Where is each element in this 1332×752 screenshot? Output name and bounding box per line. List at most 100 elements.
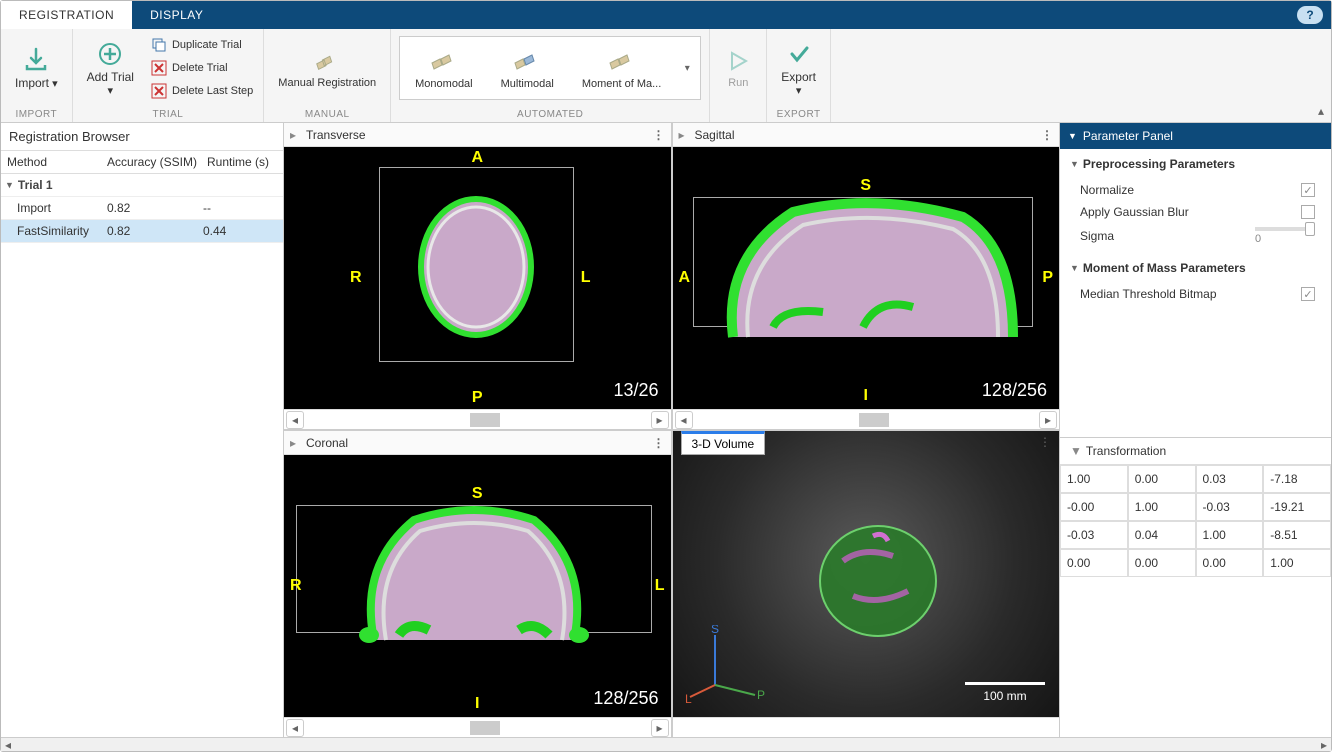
delete-trial-label: Delete Trial	[172, 62, 228, 74]
chevron-down-icon: ▼	[1070, 159, 1079, 169]
multimodal-button[interactable]: Multimodal	[490, 41, 565, 95]
transformation-header[interactable]: ▼ Transformation	[1060, 438, 1331, 465]
preprocessing-section-header[interactable]: ▼ Preprocessing Parameters	[1070, 157, 1321, 171]
tcell: -0.03	[1060, 521, 1128, 549]
automated-dropdown[interactable]: ▾	[678, 63, 696, 74]
orient-s: S	[860, 177, 871, 195]
slider-prev[interactable]: ◂	[675, 411, 693, 429]
col-method[interactable]: Method	[7, 155, 107, 169]
ribbon-group-automated-label: AUTOMATED	[391, 107, 709, 122]
manual-registration-button[interactable]: Manual Registration	[272, 43, 382, 93]
slider-next[interactable]: ▸	[651, 719, 669, 737]
tab-display[interactable]: DISPLAY	[132, 1, 221, 29]
run-button[interactable]: Run	[718, 43, 758, 93]
export-button[interactable]: Export▾	[775, 36, 822, 101]
trial-1-header[interactable]: ▼ Trial 1	[1, 174, 283, 197]
manual-registration-label: Manual Registration	[278, 77, 376, 89]
monomodal-button[interactable]: Monomodal	[404, 41, 483, 95]
scale-bar-label: 100 mm	[965, 689, 1045, 703]
view-menu-button[interactable]: ⋮	[647, 436, 671, 450]
view-menu-button[interactable]: ⋮	[647, 128, 671, 142]
manual-registration-icon	[313, 47, 341, 75]
trial-row-accuracy: 0.82	[107, 224, 203, 238]
col-runtime[interactable]: Runtime (s)	[207, 155, 277, 169]
moment-icon	[605, 46, 639, 76]
trial-row-fastsimilarity[interactable]: FastSimilarity 0.82 0.44	[1, 220, 283, 243]
coronal-slider[interactable]: ◂ ▸	[284, 717, 671, 737]
moment-section-header[interactable]: ▼ Moment of Mass Parameters	[1070, 261, 1321, 275]
slider-next[interactable]: ▸	[1039, 411, 1057, 429]
gaussian-blur-label: Apply Gaussian Blur	[1080, 205, 1189, 219]
delete-trial-icon	[150, 59, 168, 77]
sigma-slider[interactable]	[1255, 227, 1315, 231]
sagittal-slider[interactable]: ◂ ▸	[673, 409, 1060, 429]
multimodal-label: Multimodal	[501, 78, 554, 90]
delete-trial-button[interactable]: Delete Trial	[148, 58, 255, 78]
import-button[interactable]: Import ▾	[9, 42, 64, 94]
volume-3d-label[interactable]: 3-D Volume	[681, 431, 766, 455]
sagittal-slice-count: 128/256	[982, 380, 1047, 401]
duplicate-trial-button[interactable]: Duplicate Trial	[148, 35, 255, 55]
delete-last-step-button[interactable]: Delete Last Step	[148, 81, 255, 101]
axis-3d-icon: S L P	[685, 625, 775, 705]
scale-bar: 100 mm	[965, 682, 1045, 703]
slider-prev[interactable]: ◂	[286, 719, 304, 737]
parameter-panel-title-text: Parameter Panel	[1083, 129, 1173, 143]
multimodal-icon	[510, 46, 544, 76]
chevron-down-icon: ▼	[1070, 263, 1079, 273]
trial-row-method: Import	[17, 201, 107, 215]
slider-next[interactable]: ▸	[651, 411, 669, 429]
col-accuracy[interactable]: Accuracy (SSIM)	[107, 155, 207, 169]
slider-prev[interactable]: ◂	[286, 411, 304, 429]
transverse-slider[interactable]: ◂ ▸	[284, 409, 671, 429]
export-label: Export▾	[781, 70, 816, 97]
sigma-label: Sigma	[1080, 229, 1114, 243]
pin-icon[interactable]: ▸	[284, 436, 302, 450]
orient-l: L	[581, 269, 591, 287]
tcell: 0.00	[1128, 465, 1196, 493]
tcell: 0.00	[1128, 549, 1196, 577]
pin-icon[interactable]: ▸	[673, 128, 691, 142]
gaussian-blur-checkbox[interactable]	[1301, 205, 1315, 219]
tcell: 1.00	[1263, 549, 1331, 577]
trial-1-label: Trial 1	[18, 178, 53, 192]
add-trial-button[interactable]: Add Trial▾	[81, 36, 140, 101]
monomodal-icon	[427, 46, 461, 76]
moment-of-mass-button[interactable]: Moment of Ma...	[571, 41, 672, 95]
sagittal-canvas[interactable]: S I A P 128/256	[673, 147, 1060, 409]
transverse-canvas[interactable]: A P R L 13/26	[284, 147, 671, 409]
median-threshold-checkbox[interactable]: ✓	[1301, 287, 1315, 301]
delete-last-icon	[150, 82, 168, 100]
add-trial-icon	[96, 40, 124, 68]
coronal-view: ▸ Coronal ⋮ S I R L 128/256	[284, 431, 671, 737]
delete-last-label: Delete Last Step	[172, 85, 253, 97]
preprocessing-title: Preprocessing Parameters	[1083, 157, 1235, 171]
view-menu-button[interactable]: ⋮	[1039, 435, 1051, 449]
transverse-view: ▸ Transverse ⋮ A P R L 13/26 ◂	[284, 123, 671, 429]
coronal-canvas[interactable]: S I R L 128/256	[284, 455, 671, 717]
transformation-title: Transformation	[1086, 444, 1166, 458]
run-icon	[724, 47, 752, 75]
scroll-left[interactable]: ◂	[1, 738, 15, 751]
trial-row-import[interactable]: Import 0.82 --	[1, 197, 283, 220]
orient-a: A	[471, 149, 483, 167]
transverse-label: Transverse	[302, 128, 647, 142]
tcell: -0.00	[1060, 493, 1128, 521]
svg-text:L: L	[685, 692, 692, 705]
orient-r: R	[350, 269, 362, 287]
volume-3d-canvas[interactable]: 3-D Volume ⋮ S L P 100 mm	[673, 431, 1060, 717]
bottom-scrollbar[interactable]: ◂ ▸	[1, 737, 1331, 751]
tcell: -0.03	[1196, 493, 1264, 521]
parameter-panel-title[interactable]: ▼ Parameter Panel	[1060, 123, 1331, 149]
pin-icon[interactable]: ▸	[284, 128, 302, 142]
add-trial-label: Add Trial▾	[87, 70, 134, 97]
ribbon-collapse-button[interactable]: ▴	[1311, 29, 1331, 122]
normalize-checkbox[interactable]: ✓	[1301, 183, 1315, 197]
ribbon-group-trial-label: TRIAL	[73, 107, 264, 122]
view-menu-button[interactable]: ⋮	[1035, 128, 1059, 142]
chevron-down-icon: ▼	[5, 180, 14, 190]
import-icon	[22, 46, 50, 74]
scroll-right[interactable]: ▸	[1317, 738, 1331, 751]
tab-registration[interactable]: REGISTRATION	[1, 1, 132, 29]
help-button[interactable]: ?	[1297, 6, 1323, 24]
